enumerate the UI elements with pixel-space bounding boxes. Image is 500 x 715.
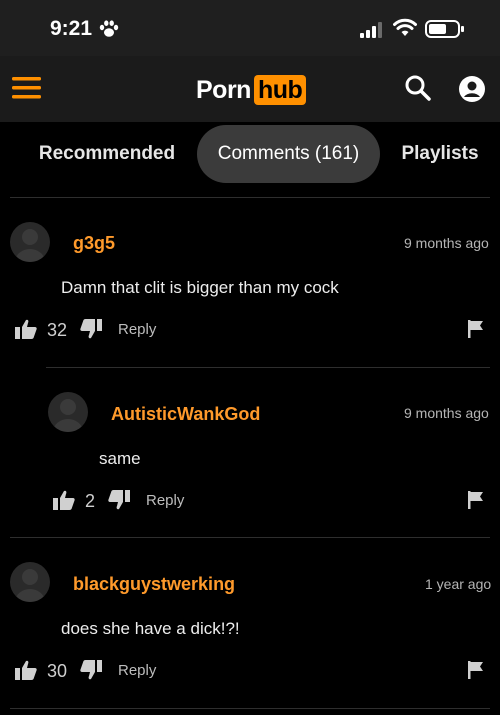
status-time: 9:21 bbox=[50, 17, 93, 40]
reply-button[interactable]: Reply bbox=[146, 492, 184, 509]
tab-recommended[interactable]: Recommended bbox=[30, 125, 184, 183]
thumbs-down-icon[interactable] bbox=[80, 319, 102, 344]
site-logo[interactable]: Porn hub bbox=[196, 75, 307, 105]
thumbs-down-icon[interactable] bbox=[108, 490, 130, 515]
flag-icon[interactable] bbox=[468, 661, 484, 684]
comment-username[interactable]: g3g5 bbox=[73, 233, 115, 254]
comment-username[interactable]: blackguystwerking bbox=[73, 574, 235, 595]
like-count: 32 bbox=[47, 320, 68, 340]
comment-username[interactable]: AutisticWankGod bbox=[111, 404, 260, 425]
battery-icon bbox=[425, 20, 465, 43]
comment-timestamp: 1 year ago bbox=[425, 576, 492, 592]
tab-comments[interactable]: Comments (161) bbox=[197, 125, 380, 183]
comment-text: Damn that clit is bigger than my cock bbox=[61, 278, 339, 297]
logo-text-right: hub bbox=[253, 75, 307, 105]
avatar[interactable] bbox=[10, 222, 50, 262]
wifi-icon bbox=[393, 18, 417, 43]
reply-button[interactable]: Reply bbox=[118, 662, 156, 679]
thumbs-up-icon[interactable] bbox=[15, 660, 37, 685]
menu-icon[interactable] bbox=[12, 76, 42, 105]
tab-playlists[interactable]: Playlists bbox=[394, 125, 486, 183]
divider bbox=[10, 708, 490, 709]
status-bar: 9:21 bbox=[0, 0, 500, 56]
paw-icon bbox=[99, 20, 119, 43]
comment-text: does she have a dick!?! bbox=[61, 619, 240, 638]
like-count: 30 bbox=[47, 661, 68, 681]
user-icon[interactable] bbox=[458, 75, 486, 108]
like-count: 2 bbox=[85, 491, 96, 511]
thumbs-up-icon[interactable] bbox=[15, 319, 37, 344]
top-navbar: Porn hub bbox=[0, 56, 500, 122]
avatar[interactable] bbox=[10, 562, 50, 602]
flag-icon[interactable] bbox=[468, 491, 484, 514]
divider bbox=[10, 197, 490, 198]
avatar[interactable] bbox=[48, 392, 88, 432]
thumbs-down-icon[interactable] bbox=[80, 660, 102, 685]
flag-icon[interactable] bbox=[468, 320, 484, 343]
content-tabs: Recommended Comments (161) Playlists bbox=[0, 125, 500, 187]
cellular-signal-icon bbox=[360, 22, 384, 43]
search-icon[interactable] bbox=[404, 74, 432, 107]
comment-timestamp: 9 months ago bbox=[404, 405, 489, 421]
divider bbox=[10, 537, 490, 538]
divider bbox=[46, 367, 490, 368]
comment-timestamp: 9 months ago bbox=[404, 235, 489, 251]
comment-text: same bbox=[99, 449, 141, 468]
thumbs-up-icon[interactable] bbox=[53, 490, 75, 515]
reply-button[interactable]: Reply bbox=[118, 321, 156, 338]
logo-text-left: Porn bbox=[196, 75, 251, 104]
